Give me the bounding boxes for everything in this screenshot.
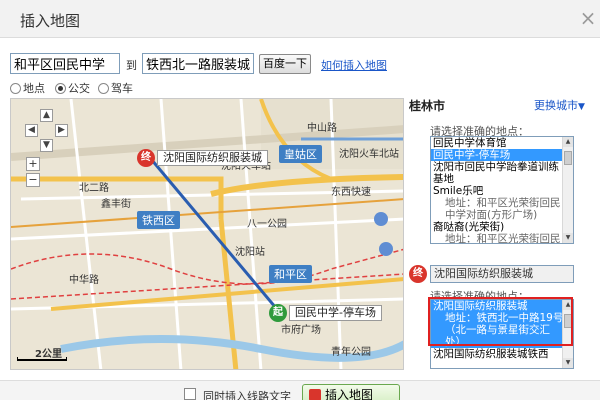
dialog-footer xyxy=(0,380,600,400)
map-view[interactable]: 皇姑区 铁西区 和平区 北二路 中山路 沈阳火车站 沈阳火车北站 东西快速 八一… xyxy=(10,98,404,370)
map-background xyxy=(11,99,403,369)
start-marker-icon: 起 xyxy=(269,304,287,322)
mode-label: 地点 xyxy=(23,82,45,95)
district-label-heping: 和平区 xyxy=(269,265,312,283)
end-point-value[interactable]: 沈阳国际纺织服装城 xyxy=(430,265,574,283)
end-marker-icon: 终 xyxy=(409,265,427,283)
end-marker-label: 沈阳国际纺织服装城 xyxy=(157,150,268,166)
map-scale-bar xyxy=(17,357,67,361)
pan-down-icon[interactable]: ▼ xyxy=(40,139,53,152)
list-item[interactable]: 裔哒裔(光荣街) xyxy=(431,221,573,233)
list-item-address[interactable]: 地址：和平区光荣街回民 xyxy=(431,197,573,209)
list-item-address[interactable]: 中学对面(方形广场) xyxy=(431,209,573,221)
change-city-label: 更换城市 xyxy=(534,99,578,112)
end-location-input[interactable] xyxy=(142,53,254,74)
insert-map-button[interactable]: 插入地图 xyxy=(302,384,400,400)
map-place-label: 中山路 xyxy=(307,123,337,134)
insert-map-button-label: 插入地图 xyxy=(325,388,374,400)
map-place-label: 八一公园 xyxy=(247,219,287,230)
list-item[interactable]: 沈阳市回民中学跆拳道训练 xyxy=(431,161,573,173)
dialog-titlebar: 插入地图 × xyxy=(0,0,600,38)
map-place-label: 北二路 xyxy=(79,183,109,194)
chevron-down-icon: ▼ xyxy=(578,102,585,112)
zoom-out-icon[interactable]: − xyxy=(26,173,40,187)
mode-radio-place[interactable]: 地点 xyxy=(10,80,45,95)
mode-label: 驾车 xyxy=(111,82,133,95)
pan-right-icon[interactable]: ▶ xyxy=(55,124,68,137)
map-place-label: 鑫丰街 xyxy=(101,199,131,210)
map-place-label: 市府广场 xyxy=(281,325,321,336)
route-text-checkbox-label: 同时插入线路文字 xyxy=(203,390,291,400)
district-label-tiexi: 铁西区 xyxy=(137,211,180,229)
list-item[interactable]: 沈阳国际纺织服装城铁西 xyxy=(431,348,573,360)
search-button[interactable]: 百度一下 xyxy=(259,54,311,74)
map-place-label: 沈阳火车北站 xyxy=(339,149,399,160)
map-pan-control: ▲ ◀ ▶ ▼ xyxy=(25,109,69,153)
pan-left-icon[interactable]: ◀ xyxy=(25,124,38,137)
district-label-huanggu: 皇姑区 xyxy=(279,145,322,163)
map-place-label: 青年公园 xyxy=(331,347,371,358)
pan-up-icon[interactable]: ▲ xyxy=(40,109,53,122)
mode-radio-transit[interactable]: 公交 xyxy=(55,80,90,95)
radio-icon xyxy=(10,83,21,94)
list-scrollbar[interactable]: ▲ ▼ xyxy=(562,137,573,243)
start-location-input[interactable] xyxy=(10,53,120,74)
close-icon[interactable]: × xyxy=(578,6,598,30)
route-text-checkbox[interactable] xyxy=(184,388,196,400)
to-label: 到 xyxy=(126,59,137,72)
scroll-thumb[interactable] xyxy=(564,151,572,165)
scroll-up-icon[interactable]: ▲ xyxy=(563,137,573,147)
scroll-down-icon[interactable]: ▼ xyxy=(563,233,573,243)
end-marker-icon: 终 xyxy=(137,149,155,167)
insert-map-dialog: 插入地图 × 到 百度一下 如何插入地图 地点 公交 驾车 xyxy=(0,0,600,400)
change-city-link[interactable]: 更换城市▼ xyxy=(534,97,585,113)
list-item[interactable]: 基地 xyxy=(431,173,573,185)
current-city: 桂林市 xyxy=(409,99,446,113)
help-link[interactable]: 如何插入地图 xyxy=(321,57,387,73)
list-item-selected[interactable]: 回民中学-停车场 xyxy=(431,149,573,161)
selection-highlight-box xyxy=(428,297,573,346)
list-item-address[interactable]: 地址：和平区光荣街回民 xyxy=(431,233,573,243)
start-candidates-list[interactable]: 回民中学体育馆 回民中学-停车场 沈阳市回民中学跆拳道训练 基地 Smile乐吧… xyxy=(430,136,574,244)
radio-selected-icon xyxy=(55,83,66,94)
list-item[interactable]: 回民中学体育馆 xyxy=(431,137,573,149)
scroll-down-icon[interactable]: ▼ xyxy=(563,358,573,368)
map-place-label: 沈阳站 xyxy=(235,247,265,258)
list-item[interactable]: Smile乐吧 xyxy=(431,185,573,197)
dialog-title: 插入地图 xyxy=(20,12,81,30)
radio-icon xyxy=(98,83,109,94)
start-marker-label: 回民中学-停车场 xyxy=(289,305,382,321)
mode-radio-drive[interactable]: 驾车 xyxy=(98,80,133,95)
map-place-label: 中华路 xyxy=(69,275,99,286)
zoom-in-icon[interactable]: + xyxy=(26,157,40,171)
map-place-label: 东西快速 xyxy=(331,187,371,198)
mode-label: 公交 xyxy=(68,82,90,95)
map-icon xyxy=(309,389,321,400)
